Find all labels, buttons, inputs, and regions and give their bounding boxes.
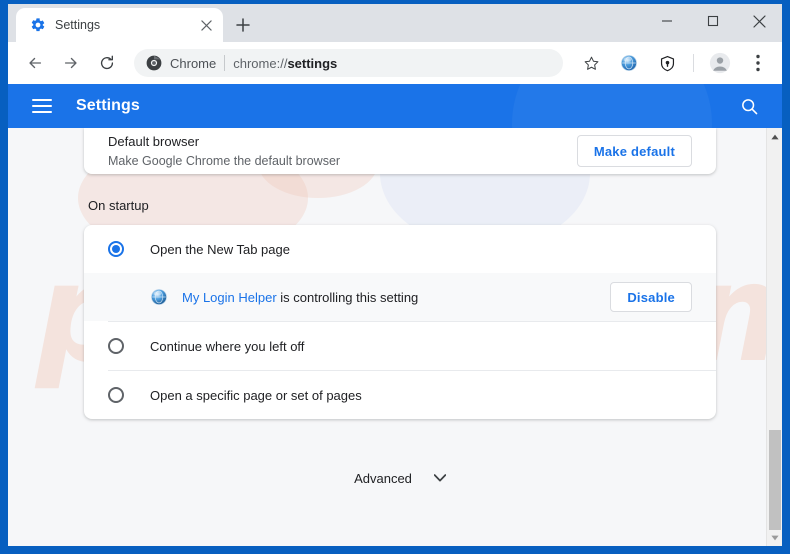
extension-control-notice: My Login Helper is controlling this sett… — [84, 273, 716, 321]
back-button[interactable] — [21, 49, 49, 77]
search-icon[interactable] — [736, 93, 762, 119]
address-bar[interactable]: Chrome chrome://settings — [134, 49, 563, 77]
settings-header: Settings — [8, 84, 782, 128]
radio-icon[interactable] — [108, 387, 124, 403]
forward-button[interactable] — [57, 49, 85, 77]
radio-label: Open a specific page or set of pages — [150, 387, 362, 403]
radio-icon-selected[interactable] — [108, 241, 124, 257]
on-startup-section-title: On startup — [88, 198, 149, 213]
settings-scroll-region: Default browser Make Google Chrome the d… — [8, 128, 766, 546]
minimize-icon — [662, 20, 672, 22]
radio-icon[interactable] — [108, 338, 124, 354]
arrow-left-icon — [29, 57, 42, 69]
reload-button[interactable] — [93, 49, 121, 77]
settings-content: pcrisk.com Default browser Make Google C… — [8, 128, 782, 546]
radio-label: Open the New Tab page — [150, 241, 290, 257]
globe-extension-icon — [150, 288, 168, 306]
extension-my-login-helper-icon[interactable] — [615, 49, 643, 77]
default-browser-card: Default browser Make Google Chrome the d… — [84, 128, 716, 174]
radio-label: Continue where you left off — [150, 338, 305, 354]
extension-name-link[interactable]: My Login Helper — [182, 290, 277, 305]
advanced-label: Advanced — [354, 470, 412, 486]
minimize-button[interactable] — [644, 6, 690, 36]
radio-option-continue-where-left-off[interactable]: Continue where you left off — [84, 322, 716, 370]
tab-title: Settings — [55, 18, 101, 32]
page-title: Settings — [76, 97, 140, 114]
browser-tab-settings[interactable]: Settings — [16, 8, 223, 42]
on-startup-card: Open the New Tab page My Login Helper is… — [84, 225, 716, 419]
scrollbar-thumb[interactable] — [769, 430, 781, 530]
scroll-up-arrow-icon[interactable] — [767, 128, 782, 145]
avatar[interactable] — [706, 49, 734, 77]
radio-option-new-tab-page[interactable]: Open the New Tab page — [84, 225, 716, 273]
settings-gear-icon — [30, 17, 46, 33]
window-controls — [644, 4, 782, 42]
shield-icon[interactable] — [653, 49, 681, 77]
default-browser-text: Default browser Make Google Chrome the d… — [108, 133, 577, 170]
vertical-scrollbar[interactable] — [766, 128, 782, 546]
hamburger-menu-icon[interactable] — [32, 96, 52, 116]
tab-strip: Settings — [8, 4, 782, 42]
reload-icon — [100, 55, 114, 70]
make-default-button[interactable]: Make default — [576, 135, 692, 167]
radio-option-specific-pages[interactable]: Open a specific page or set of pages — [84, 371, 716, 419]
arrow-right-icon — [64, 57, 77, 69]
plus-icon — [236, 18, 250, 32]
scroll-down-arrow-icon[interactable] — [767, 529, 782, 546]
extension-notice-text: My Login Helper is controlling this sett… — [182, 290, 610, 305]
advanced-expander[interactable]: Advanced — [84, 463, 716, 493]
url-text: chrome://settings — [233, 55, 338, 71]
close-button[interactable] — [736, 6, 782, 36]
browser-window: Settings Chrome chrome://settings Settin… — [0, 0, 790, 554]
maximize-button[interactable] — [690, 6, 736, 36]
default-browser-title: Default browser — [108, 133, 200, 149]
new-tab-button[interactable] — [229, 11, 257, 39]
three-dots-icon — [756, 54, 760, 72]
maximize-icon — [707, 15, 719, 27]
bookmark-star-icon[interactable] — [577, 49, 605, 77]
browser-menu-button[interactable] — [744, 49, 772, 77]
close-icon — [752, 14, 766, 28]
close-icon[interactable] — [197, 16, 215, 34]
omnibox-divider — [224, 55, 226, 71]
chrome-logo-icon — [146, 55, 162, 71]
disable-extension-button[interactable]: Disable — [610, 282, 692, 312]
extension-notice-rest: is controlling this setting — [276, 289, 419, 305]
browser-toolbar: Chrome chrome://settings — [8, 42, 782, 84]
default-browser-subtitle: Make Google Chrome the default browser — [108, 153, 341, 168]
security-chip-label: Chrome — [170, 55, 217, 71]
toolbar-divider — [693, 54, 694, 72]
chevron-down-icon[interactable] — [433, 474, 446, 482]
